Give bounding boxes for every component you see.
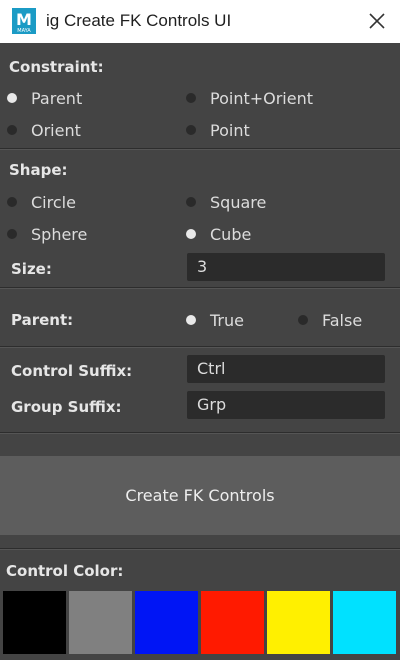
color-swatch-red[interactable] xyxy=(201,591,264,654)
radio-label: Square xyxy=(210,192,267,212)
constraint-label: Constraint: xyxy=(9,58,104,76)
radio-indicator xyxy=(7,197,17,207)
group-suffix-label: Group Suffix: xyxy=(11,398,122,416)
radio-indicator xyxy=(7,93,17,103)
create-fk-controls-button[interactable]: Create FK Controls xyxy=(0,456,400,535)
radio-label: False xyxy=(322,310,363,330)
color-swatch-cyan[interactable] xyxy=(333,591,396,654)
radio-label: Orient xyxy=(31,120,81,140)
color-swatch-blue[interactable] xyxy=(135,591,198,654)
constraint-radio-parent[interactable]: Parent xyxy=(7,87,82,109)
parent-label: Parent: xyxy=(11,311,74,329)
parent-radio-true[interactable]: True xyxy=(186,309,244,331)
radio-label: Sphere xyxy=(31,224,88,244)
close-icon[interactable] xyxy=(362,6,392,36)
size-input[interactable]: 3 xyxy=(187,253,385,281)
shape-radio-cube[interactable]: Cube xyxy=(186,223,251,245)
divider xyxy=(0,287,400,289)
radio-label: Point+Orient xyxy=(210,88,314,108)
divider xyxy=(0,148,400,150)
svg-text:MAYA: MAYA xyxy=(17,28,31,34)
radio-indicator xyxy=(298,315,308,325)
color-swatch-black[interactable] xyxy=(3,591,66,654)
svg-text:M: M xyxy=(16,10,32,29)
radio-label: True xyxy=(210,310,244,330)
shape-radio-circle[interactable]: Circle xyxy=(7,191,76,213)
divider xyxy=(0,346,400,348)
shape-radio-sphere[interactable]: Sphere xyxy=(7,223,87,245)
color-swatch-gray[interactable] xyxy=(69,591,132,654)
radio-indicator xyxy=(186,315,196,325)
radio-label: Cube xyxy=(210,224,252,244)
control-color-label: Control Color: xyxy=(6,562,124,580)
size-label: Size: xyxy=(11,260,52,278)
window-title: ig Create FK Controls UI xyxy=(46,11,232,30)
shape-radio-square[interactable]: Square xyxy=(186,191,266,213)
radio-label: Circle xyxy=(31,192,76,212)
radio-label: Parent xyxy=(31,88,83,108)
maya-logo-icon: M MAYA xyxy=(12,8,36,34)
radio-indicator xyxy=(186,197,196,207)
control-suffix-input[interactable]: Ctrl xyxy=(187,355,385,383)
radio-indicator xyxy=(7,229,17,239)
radio-indicator xyxy=(186,229,196,239)
divider xyxy=(0,548,400,550)
constraint-radio-point[interactable]: Point xyxy=(186,119,250,141)
constraint-radio-point-orient[interactable]: Point+Orient xyxy=(186,87,313,109)
control-suffix-label: Control Suffix: xyxy=(11,362,133,380)
radio-indicator xyxy=(186,125,196,135)
divider xyxy=(0,432,400,434)
color-swatch-yellow[interactable] xyxy=(267,591,330,654)
shape-label: Shape: xyxy=(9,161,68,179)
radio-indicator xyxy=(7,125,17,135)
constraint-radio-orient[interactable]: Orient xyxy=(7,119,81,141)
radio-label: Point xyxy=(210,120,250,140)
radio-indicator xyxy=(186,93,196,103)
group-suffix-input[interactable]: Grp xyxy=(187,391,385,419)
title-bar: M MAYA ig Create FK Controls UI xyxy=(0,0,400,43)
parent-radio-false[interactable]: False xyxy=(298,309,362,331)
